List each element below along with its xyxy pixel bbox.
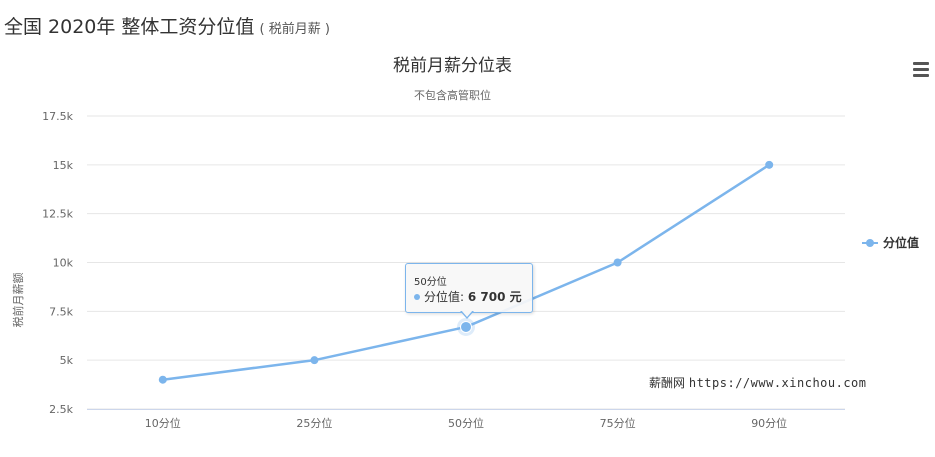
y-tick-label: 12.5k — [42, 208, 73, 221]
y-tick-label: 15k — [53, 159, 74, 172]
x-tick-label: 10分位 — [145, 416, 181, 430]
credits-site: 薪酬网 — [649, 376, 686, 390]
chart-credits[interactable]: 薪酬网 https://www.xinchou.com — [649, 374, 867, 391]
legend-symbol — [862, 238, 878, 247]
x-tick-label: 75分位 — [600, 416, 636, 430]
x-tick-label: 50分位 — [448, 416, 484, 430]
page-subtitle: ( 税前月薪 ) — [259, 22, 330, 37]
tooltip-value: 6 700 元 — [467, 290, 522, 304]
legend-item-series[interactable]: 分位值 — [862, 234, 919, 251]
data-point — [310, 356, 319, 365]
y-tick-label: 17.5k — [42, 110, 73, 123]
data-point — [765, 160, 774, 169]
point-tooltip: 50分位 分位值: 6 700 元 — [405, 263, 533, 319]
x-tick-label: 90分位 — [751, 416, 787, 430]
x-tick-label: 25分位 — [296, 416, 332, 430]
y-tick-label: 5k — [60, 354, 74, 367]
legend-label: 分位值 — [883, 236, 920, 250]
data-point — [613, 258, 622, 267]
y-tick-label: 7.5k — [49, 305, 73, 318]
chart-container: 税前月薪分位表 不包含高管职位 税前月薪额 2.5k 5k 7.5k 10k 12.5k… — [0, 40, 935, 457]
data-point-hovered — [460, 320, 472, 333]
credits-url: https://www.xinchou.com — [688, 376, 867, 390]
tooltip-category: 50分位 — [414, 277, 447, 288]
line-chart-plot: 2.5k 5k 7.5k 10k 12.5k 15k 17.5k 10分位 25分位 50分位 75… — [42, 110, 845, 430]
tooltip-series-name: 分位值 — [424, 290, 461, 304]
y-tick-label: 10k — [53, 257, 74, 270]
tooltip-row: 分位值: 6 700 元 — [414, 288, 522, 305]
data-point — [158, 375, 167, 384]
page-title: 全国 2020年 整体工资分位值 — [4, 16, 255, 38]
page-header: 全国 2020年 整体工资分位值 ( 税前月薪 ) — [4, 12, 330, 39]
y-tick-label: 2.5k — [49, 403, 73, 416]
tooltip-dot-icon — [414, 294, 420, 300]
